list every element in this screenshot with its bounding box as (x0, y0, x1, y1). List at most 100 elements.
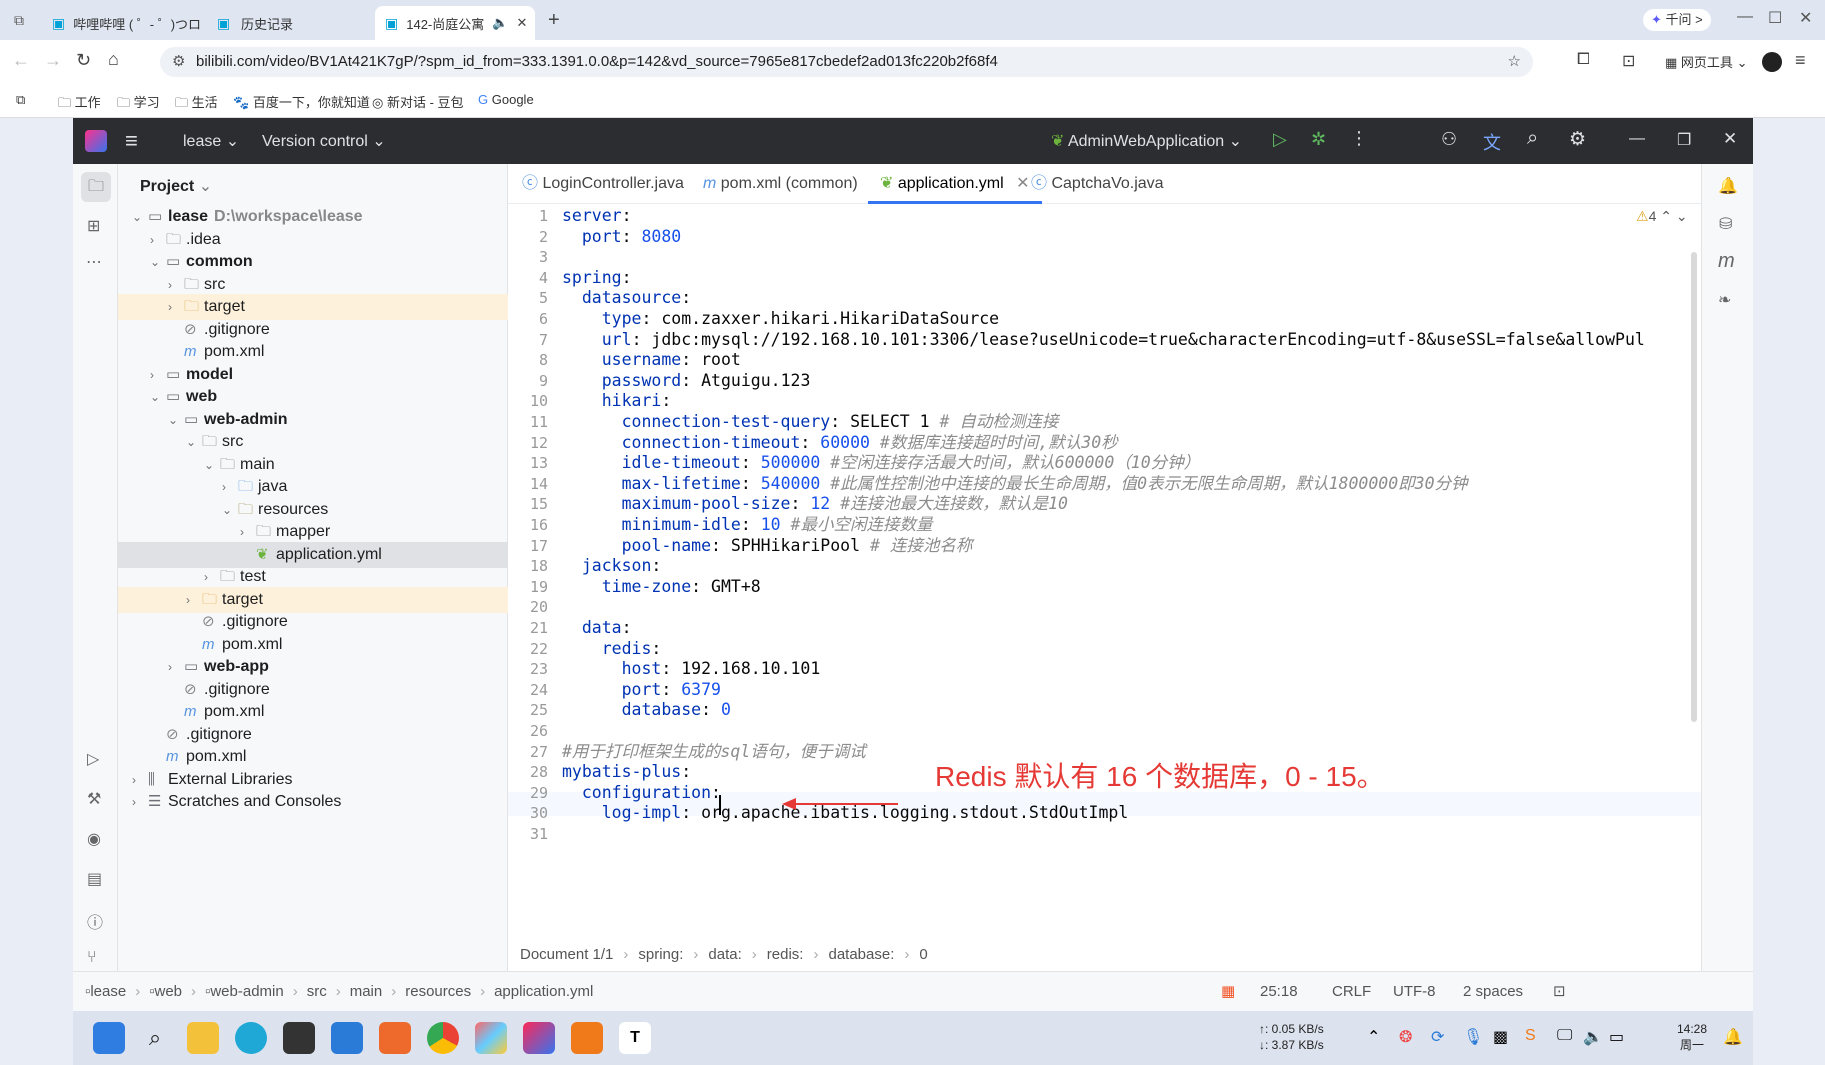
sync-icon[interactable]: ⟳ (1431, 1027, 1444, 1047)
lock-icon[interactable]: ⊡ (1553, 972, 1566, 1011)
database-icon[interactable]: ⛁ (1719, 214, 1732, 234)
sublime-icon[interactable] (571, 1022, 603, 1054)
file-encoding[interactable]: UTF-8 (1393, 972, 1436, 1011)
terminal-icon[interactable]: ▤ (87, 869, 102, 889)
screenshot-icon[interactable]: ⊡ (1622, 51, 1635, 71)
code-area[interactable]: 1 2 3 4 5 6 7 8 9 10 11 12 13 14 15 16 17 18 19 20 21 22 23 24 2… (508, 164, 1701, 994)
bookmark-google[interactable]: G Google (478, 92, 534, 107)
maven-tool-icon[interactable]: m (1718, 250, 1735, 273)
run-tool-icon[interactable]: ▷ (87, 749, 99, 769)
more-actions-icon[interactable]: ⋮ (1350, 128, 1368, 149)
ide-restore-icon[interactable]: ❐ (1677, 130, 1691, 150)
project-panel-header[interactable]: Project ⌄ (140, 176, 212, 196)
version-control-menu[interactable]: Version control ⌄ (262, 131, 386, 151)
extensions-icon[interactable]: ⧠ (1577, 51, 1590, 69)
line-separator[interactable]: CRLF (1332, 972, 1371, 1011)
bookmark-star-icon[interactable]: ☆ (1508, 47, 1521, 77)
browser-tab-history[interactable]: ▣ 历史记录 (207, 6, 367, 40)
qianwen-button[interactable]: ✦ 千问 > (1643, 9, 1711, 31)
clock[interactable]: 14:28 周一 (1677, 1021, 1707, 1053)
battery-icon[interactable]: ▭ (1609, 1027, 1624, 1047)
breadcrumb-item[interactable]: database: (828, 946, 894, 963)
edge-icon[interactable] (235, 1022, 267, 1054)
build-icon[interactable]: ⚒ (87, 789, 101, 809)
terminal-app-icon[interactable] (283, 1022, 315, 1054)
run-config-selector[interactable]: ❦ AdminWebApplication ⌄ (1051, 131, 1242, 151)
tray-grid-icon[interactable]: ▩ (1493, 1027, 1508, 1047)
browser-tab-video[interactable]: ▣ 142-尚庭公寓 🔈 ✕ (375, 6, 535, 40)
chevron-right-icon[interactable]: › (132, 789, 146, 815)
tray-chevron-icon[interactable]: ⌃ (1367, 1027, 1380, 1047)
tree-item[interactable]: › ☰ Scratches and Consoles (118, 789, 508, 815)
breadcrumb-item[interactable]: Document 1/1 (520, 946, 613, 963)
structure-icon[interactable]: ⊞ (87, 216, 100, 236)
ide-close-icon[interactable]: ✕ (1723, 129, 1737, 149)
back-icon[interactable]: ← (12, 50, 30, 71)
notification-bell-icon[interactable]: 🔔 (1723, 1027, 1743, 1047)
bookmark-work[interactable]: 🗀 工作 (58, 92, 101, 116)
path-item[interactable]: ▫web-admin (205, 983, 284, 1000)
search-icon[interactable]: ⌕ (139, 1022, 171, 1054)
bean-icon[interactable]: ❧ (1718, 290, 1731, 310)
notifications-icon[interactable]: 🔔 (1718, 176, 1738, 196)
store-icon[interactable] (331, 1022, 363, 1054)
breadcrumb-item[interactable]: 0 (919, 946, 927, 963)
home-icon[interactable]: ⌂ (108, 49, 119, 70)
close-window-icon[interactable]: ✕ (1799, 8, 1812, 28)
reload-icon[interactable]: ↻ (76, 50, 91, 71)
app-orange-icon[interactable] (379, 1022, 411, 1054)
project-switcher[interactable]: lease ⌄ (183, 131, 239, 151)
typora-icon[interactable]: T (619, 1022, 651, 1054)
project-tool-icon[interactable]: 🗀 (81, 172, 111, 202)
browser-tab-bilibili[interactable]: ▣ 哔哩哔哩 ( ゜- ゜)つロ (42, 6, 202, 40)
git-icon[interactable]: ⑂ (87, 949, 97, 967)
web-tools-button[interactable]: ▦ 网页工具 ⌄ (1665, 52, 1747, 71)
path-item[interactable]: ▫web (149, 983, 182, 1000)
forward-icon[interactable]: → (44, 50, 62, 71)
vertical-scrollbar[interactable] (1691, 252, 1697, 722)
bookmark-study[interactable]: 🗀 学习 (117, 92, 160, 116)
tray-s-icon[interactable]: S (1525, 1027, 1536, 1045)
problems-icon[interactable]: ⓘ (87, 909, 103, 933)
add-user-icon[interactable]: ⚇ (1441, 129, 1457, 150)
bookmark-baidu[interactable]: 🐾 百度一下，你就知道 (233, 92, 370, 111)
chrome-icon[interactable] (427, 1022, 459, 1054)
minimize-icon[interactable]: — (1737, 8, 1753, 26)
main-menu-icon[interactable]: ≡ (125, 128, 138, 154)
menu-icon[interactable]: ≡ (1795, 50, 1806, 71)
debug-icon[interactable]: ✲ (1311, 129, 1326, 150)
maximize-icon[interactable]: ☐ (1768, 8, 1782, 28)
breadcrumb-item[interactable]: data: (708, 946, 741, 963)
tab-search-icon[interactable]: ⧉ (14, 12, 24, 29)
breadcrumb-item[interactable]: spring: (638, 946, 683, 963)
settings-icon[interactable]: ⚙ (1569, 128, 1586, 151)
intellij-icon[interactable] (523, 1022, 555, 1054)
volume-icon[interactable]: 🔈 (1583, 1027, 1603, 1047)
path-item[interactable]: resources (405, 983, 471, 1000)
monitor-icon[interactable]: 🖵 (1557, 1027, 1572, 1045)
ide-minimize-icon[interactable]: — (1629, 130, 1645, 148)
more-tools-icon[interactable]: ⋯ (86, 252, 102, 272)
path-item[interactable]: src (307, 983, 327, 1000)
start-icon[interactable] (93, 1022, 125, 1054)
file-explorer-icon[interactable] (187, 1022, 219, 1054)
avatar[interactable] (1762, 52, 1782, 72)
indent-setting[interactable]: 2 spaces (1463, 972, 1523, 1011)
run-icon[interactable]: ▷ (1273, 129, 1287, 150)
translate-icon[interactable]: 文 (1483, 129, 1501, 155)
close-tab-icon[interactable]: ✕ (516, 15, 527, 31)
path-item[interactable]: main (350, 983, 383, 1000)
path-item[interactable]: application.yml (494, 983, 593, 1000)
services-icon[interactable]: ◉ (87, 829, 101, 849)
tray-app-icon[interactable]: ❂ (1399, 1027, 1412, 1047)
bookmark-life[interactable]: 🗀 生活 (175, 92, 218, 116)
path-item[interactable]: ▫lease (85, 983, 126, 1000)
app-colorful-icon[interactable] (475, 1022, 507, 1054)
caret-position[interactable]: 25:18 (1260, 972, 1298, 1011)
apps-icon[interactable]: ⧉ (16, 92, 25, 108)
url-input[interactable]: ⚙ bilibili.com/video/BV1At421K7gP/?spm_i… (160, 47, 1533, 77)
site-info-icon[interactable]: ⚙ (172, 47, 185, 77)
breadcrumb-item[interactable]: redis: (767, 946, 804, 963)
search-icon[interactable]: ⌕ (1527, 127, 1538, 150)
speaker-icon[interactable]: 🔈 (492, 15, 508, 31)
